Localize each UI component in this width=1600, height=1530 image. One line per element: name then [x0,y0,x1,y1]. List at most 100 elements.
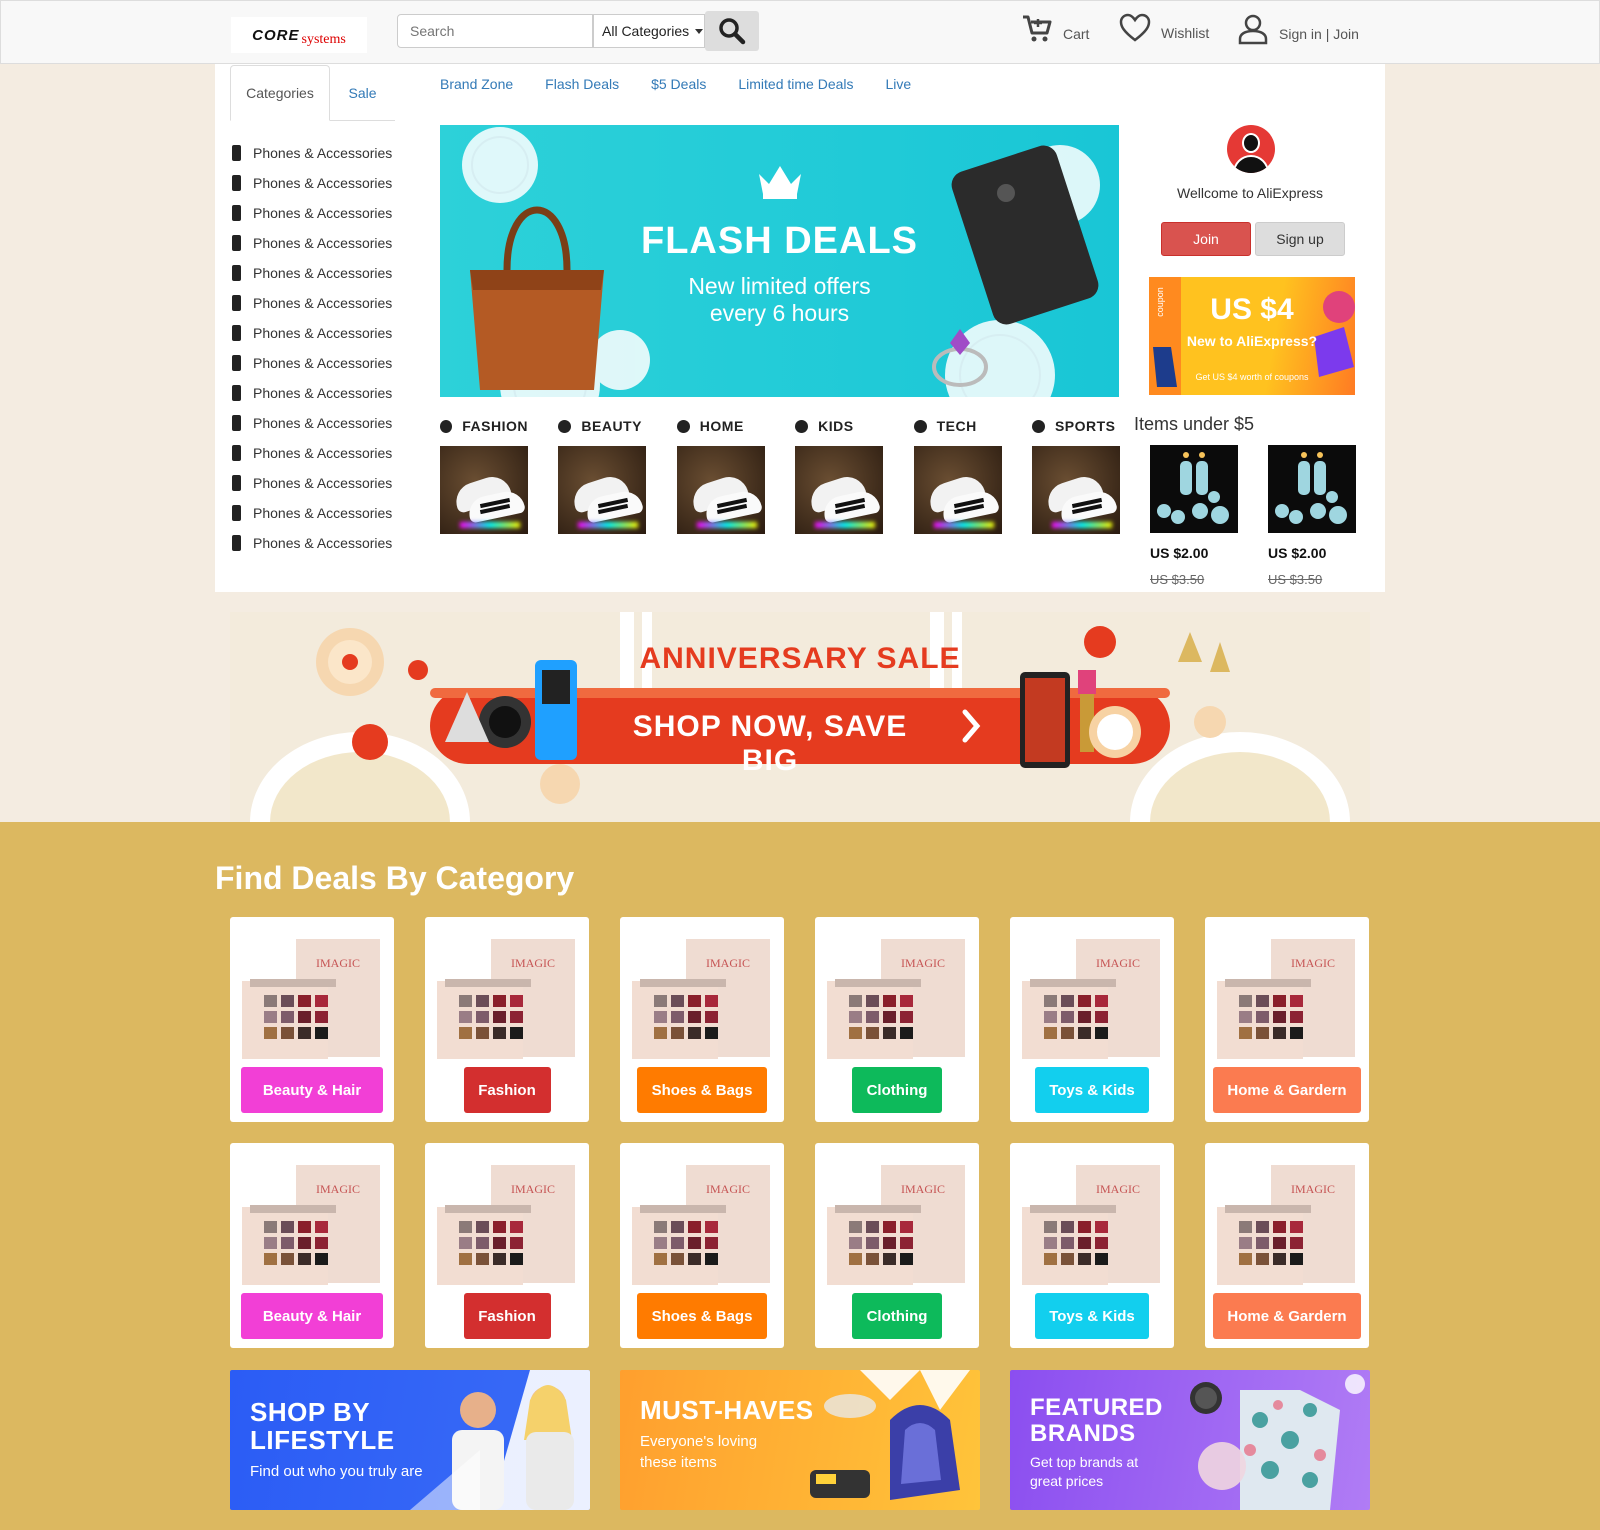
deal-category-card[interactable]: IMAGIC Clothing [815,1143,979,1348]
shoe-product-image[interactable] [795,446,884,534]
eyeshadow-palette-image: IMAGIC [437,1165,575,1285]
sidebar-item-phones-accessories[interactable]: Phones & Accessories [230,378,400,408]
sidebar-item-label: Phones & Accessories [253,505,393,521]
deal-category-button[interactable]: Beauty & Hair [241,1293,383,1339]
deal-category-button[interactable]: Shoes & Bags [637,1293,767,1339]
sidebar-item-label: Phones & Accessories [253,175,393,191]
phone-icon [232,415,241,431]
shoe-product-image[interactable] [676,446,765,534]
sidebar-item-phones-accessories[interactable]: Phones & Accessories [230,348,400,378]
sidebar-item-phones-accessories[interactable]: Phones & Accessories [230,318,400,348]
category-tab[interactable]: HOME [676,416,765,534]
sidebar-item-phones-accessories[interactable]: Phones & Accessories [230,438,400,468]
deal-category-card[interactable]: IMAGIC Clothing [815,917,979,1122]
deal-category-card[interactable]: IMAGIC Toys & Kids [1010,917,1174,1122]
candle-product-image[interactable] [1268,445,1356,533]
deal-category-button[interactable]: Toys & Kids [1035,1067,1149,1113]
category-tab-label: TECH [913,416,1002,436]
tab-sale[interactable]: Sale [330,65,395,121]
category-tab-label: KIDS [795,416,883,436]
nav-limited-time-deals[interactable]: Limited time Deals [738,76,853,92]
shoe-product-image[interactable] [1031,446,1120,534]
phone-icon [232,535,241,551]
sidebar-item-label: Phones & Accessories [253,475,393,491]
tab-categories[interactable]: Categories [230,65,330,121]
nav-5-deals[interactable]: $5 Deals [651,76,706,92]
cheap-product[interactable]: US $2.00 US $3.50 [1268,445,1356,587]
palette-brand-text: IMAGIC [706,956,750,970]
category-tab[interactable]: KIDS [795,416,884,534]
cheap-product[interactable]: US $2.00 US $3.50 [1150,445,1238,587]
search-button[interactable] [705,11,759,51]
category-tab-text: BEAUTY [581,418,642,434]
eyeshadow-palette-image: IMAGIC [242,1165,380,1285]
deal-category-button[interactable]: Fashion [463,1293,551,1339]
palette-brand-text: IMAGIC [901,956,945,970]
phone-icon [232,325,241,341]
anniversary-banner[interactable]: ANNIVERSARY SALE SHOP NOW, SAVE BIG [230,612,1370,822]
coupon-small-text: Get US $4 worth of coupons [1195,372,1309,382]
deal-category-card[interactable]: IMAGIC Home & Gardern [1205,917,1369,1122]
sidebar-item-phones-accessories[interactable]: Phones & Accessories [230,288,400,318]
cart-link[interactable]: Cart [1021,13,1089,45]
site-logo[interactable]: CORE systems [231,17,367,53]
sidebar-item-phones-accessories[interactable]: Phones & Accessories [230,198,400,228]
deal-category-card[interactable]: IMAGIC Fashion [425,917,589,1122]
sidebar-item-phones-accessories[interactable]: Phones & Accessories [230,468,400,498]
deal-category-card[interactable]: IMAGIC Home & Gardern [1205,1143,1369,1348]
category-tab[interactable]: BEAUTY [558,416,647,534]
palette-brand-text: IMAGIC [316,1182,360,1196]
sidebar-item-phones-accessories[interactable]: Phones & Accessories [230,498,400,528]
coupon-banner[interactable]: coupon US $4 New to AliExpress? Get US $… [1149,277,1355,395]
shoe-product-image[interactable] [440,446,528,534]
promo-must-haves-title: MUST-HAVES [640,1395,814,1425]
promo-lifestyle[interactable]: SHOP BY LIFESTYLE Find out who you truly… [230,1370,590,1510]
deal-category-card[interactable]: IMAGIC Beauty & Hair [230,917,394,1122]
promo-featured-brands[interactable]: FEATURED BRANDS Get top brands at great … [1010,1370,1370,1510]
flash-deals-banner[interactable]: FLASH DEALS New limited offers every 6 h… [440,125,1119,397]
promo-must-haves[interactable]: MUST-HAVES Everyone's loving these items [620,1370,980,1510]
category-tab[interactable]: SPORTS [1031,416,1120,534]
avatar [1227,125,1275,173]
deal-category-button[interactable]: Clothing [852,1293,942,1339]
category-tab[interactable]: FASHION [440,416,528,534]
deal-category-button[interactable]: Home & Gardern [1213,1067,1361,1113]
sidebar-item-phones-accessories[interactable]: Phones & Accessories [230,528,400,558]
shoe-product-image[interactable] [558,446,647,534]
deal-category-card[interactable]: IMAGIC Beauty & Hair [230,1143,394,1348]
sidebar-item-phones-accessories[interactable]: Phones & Accessories [230,258,400,288]
nav-flash-deals[interactable]: Flash Deals [545,76,619,92]
deal-category-button[interactable]: Beauty & Hair [241,1067,383,1113]
sidebar-item-phones-accessories[interactable]: Phones & Accessories [230,168,400,198]
deal-category-button[interactable]: Clothing [852,1067,942,1113]
shoe-product-image[interactable] [913,446,1002,534]
eyeshadow-palette-image: IMAGIC [437,939,575,1059]
search-input[interactable] [397,14,593,48]
deal-category-card[interactable]: IMAGIC Fashion [425,1143,589,1348]
candle-product-image[interactable] [1150,445,1238,533]
phone-icon [232,475,241,491]
deal-category-button[interactable]: Shoes & Bags [637,1067,767,1113]
deal-category-card[interactable]: IMAGIC Toys & Kids [1010,1143,1174,1348]
sidebar-item-phones-accessories[interactable]: Phones & Accessories [230,228,400,258]
deal-category-button[interactable]: Home & Gardern [1213,1293,1361,1339]
deal-category-card[interactable]: IMAGIC Shoes & Bags [620,917,784,1122]
deal-category-button[interactable]: Fashion [463,1067,551,1113]
sidebar-item-phones-accessories[interactable]: Phones & Accessories [230,138,400,168]
deal-category-button[interactable]: Toys & Kids [1035,1293,1149,1339]
signup-button[interactable]: Sign up [1255,222,1345,256]
sidebar-item-phones-accessories[interactable]: Phones & Accessories [230,408,400,438]
category-tab[interactable]: TECH [913,416,1002,534]
account-link[interactable]: Sign in | Join [1237,13,1359,45]
deal-category-card[interactable]: IMAGIC Shoes & Bags [620,1143,784,1348]
search-icon [719,18,746,45]
join-button[interactable]: Join [1161,222,1251,256]
promo-lifestyle-subtitle: Find out who you truly are [250,1463,423,1480]
category-tab-label: FASHION [440,416,528,436]
category-select[interactable]: All Categories [593,14,705,48]
nav-brand-zone[interactable]: Brand Zone [440,76,513,92]
wishlist-link[interactable]: Wishlist [1119,13,1209,43]
nav-live[interactable]: Live [886,76,912,92]
eyeshadow-palette-image: IMAGIC [1217,939,1355,1059]
promo-lifestyle-title-1: SHOP BY [250,1397,371,1427]
